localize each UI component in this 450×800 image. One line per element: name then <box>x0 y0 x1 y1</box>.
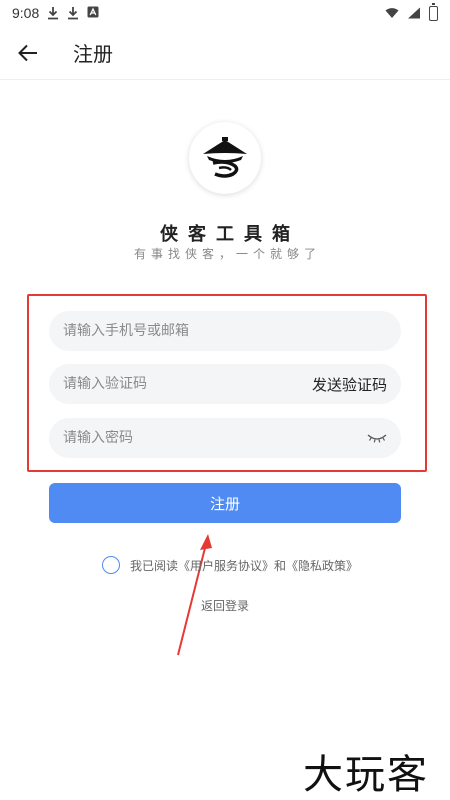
eye-closed-icon[interactable] <box>367 432 387 444</box>
watermark-logo: 大玩客 <box>303 752 429 798</box>
account-input[interactable] <box>63 323 387 339</box>
password-input[interactable] <box>63 430 367 446</box>
annotation-arrow <box>177 534 212 656</box>
agreement-radio[interactable] <box>102 556 120 574</box>
app-logo <box>189 122 261 194</box>
user-agreement-link[interactable]: 《用户服务协议》 <box>178 557 274 574</box>
page-title: 注册 <box>73 42 113 66</box>
privacy-policy-link[interactable]: 《隐私政策》 <box>286 557 358 574</box>
swordsman-hat-icon <box>203 137 247 178</box>
arrow-left-icon <box>18 44 37 61</box>
status-time: 9:08 <box>12 5 40 21</box>
send-code-button[interactable]: 发送验证码 <box>312 374 387 395</box>
status-bar: 9:08 <box>0 0 450 26</box>
back-button[interactable] <box>0 26 56 80</box>
download-icon <box>67 6 79 20</box>
download-icon <box>47 6 59 20</box>
password-field[interactable] <box>49 418 401 458</box>
app-name: 侠客工具箱 <box>160 224 300 245</box>
account-field[interactable] <box>49 311 401 351</box>
back-to-login-link[interactable]: 返回登录 <box>0 597 450 614</box>
signal-icon <box>408 7 420 19</box>
wifi-icon <box>385 8 399 18</box>
code-input[interactable] <box>63 376 312 392</box>
register-button[interactable]: 注册 <box>49 483 401 523</box>
notification-app-icon <box>87 6 99 20</box>
agreement-row: 我已阅读 《用户服务协议》 和 《隐私政策》 <box>102 556 358 574</box>
battery-icon <box>429 2 438 21</box>
agreement-and: 和 <box>274 558 287 573</box>
code-field[interactable]: 发送验证码 <box>49 364 401 404</box>
app-bar: 注册 <box>0 26 450 80</box>
app-slogan: 有事找侠客，一个就够了 <box>133 247 321 261</box>
agreement-prefix: 我已阅读 <box>130 558 179 573</box>
